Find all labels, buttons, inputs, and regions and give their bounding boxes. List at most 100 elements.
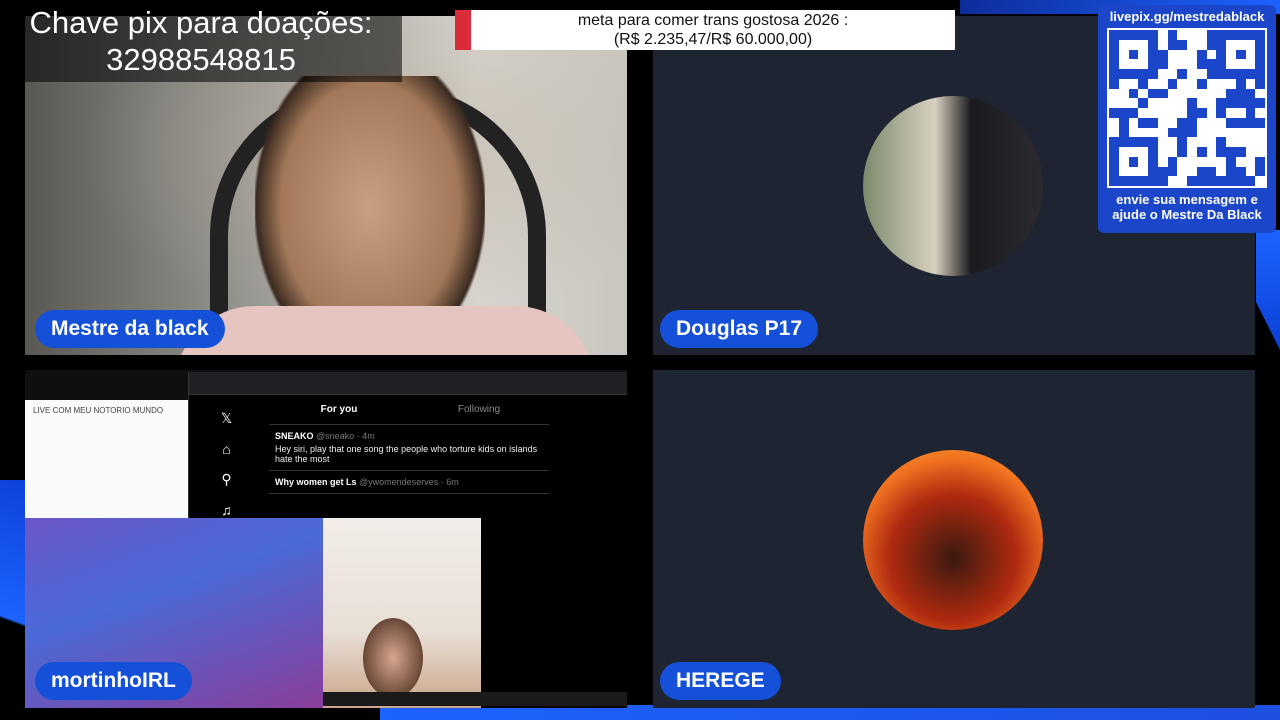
qr-module <box>1138 88 1148 99</box>
qr-module <box>1128 59 1139 69</box>
qr-module <box>1167 166 1178 177</box>
qr-module <box>1187 147 1197 157</box>
qr-module <box>1187 137 1197 147</box>
qr-module <box>1235 137 1246 147</box>
qr-module <box>1177 88 1187 99</box>
qr-module <box>1167 117 1178 128</box>
qr-module <box>1167 98 1178 108</box>
qr-module <box>1235 98 1246 108</box>
qr-module <box>1177 108 1187 118</box>
qr-module <box>1245 88 1256 99</box>
qr-module <box>1226 166 1236 177</box>
qr-module <box>1128 108 1139 118</box>
qr-module <box>1138 39 1148 50</box>
qr-module <box>1157 69 1168 79</box>
qr-module <box>1206 137 1217 147</box>
pix-donation-overlay: Chave pix para doações: 32988548815 <box>0 4 402 82</box>
qr-module <box>1255 166 1265 177</box>
bell-icon: ♫ <box>221 502 232 518</box>
qr-module <box>1255 147 1265 157</box>
qr-module <box>1128 69 1139 79</box>
qr-module <box>1187 166 1197 177</box>
qr-code <box>1107 28 1267 188</box>
qr-module <box>1206 69 1217 79</box>
qr-module <box>1157 98 1168 108</box>
pix-label: Chave pix para doações: <box>29 5 373 40</box>
qr-module <box>1235 59 1246 69</box>
bg-accent-right <box>1256 230 1280 350</box>
qr-module <box>1177 98 1187 108</box>
qr-module <box>1235 117 1246 128</box>
qr-module <box>1148 176 1158 186</box>
participant-name-label: Douglas P17 <box>660 310 819 348</box>
qr-module <box>1226 78 1236 89</box>
qr-module <box>1187 78 1197 89</box>
qr-module <box>1118 78 1129 89</box>
qr-module <box>1157 78 1168 89</box>
qr-module <box>1255 98 1265 108</box>
qr-module <box>1177 59 1187 69</box>
tweet-author: Why women get Ls <box>275 477 357 487</box>
qr-module <box>1226 39 1236 50</box>
qr-module <box>1226 59 1236 69</box>
qr-module <box>1216 166 1226 177</box>
tab-following: Following <box>457 404 501 415</box>
qr-module <box>1177 166 1187 177</box>
qr-module <box>1216 147 1226 157</box>
qr-module <box>1118 39 1129 50</box>
qr-module <box>1245 69 1256 79</box>
qr-module <box>1216 39 1226 50</box>
qr-module <box>1177 39 1187 50</box>
taskbar <box>323 692 627 706</box>
qr-module <box>1128 137 1139 147</box>
qr-module <box>1167 30 1178 40</box>
qr-module <box>1216 137 1226 147</box>
qr-module <box>1235 108 1246 118</box>
video-tile-mortinho[interactable]: LIVE COM MEU NOTORIO MUNDO 𝕏 ⌂ ⚲ ♫ For y… <box>25 370 627 708</box>
qr-module <box>1245 98 1256 108</box>
qr-module <box>1255 78 1265 89</box>
qr-module <box>1167 78 1178 89</box>
qr-module <box>1148 30 1158 40</box>
qr-module <box>1138 137 1148 147</box>
qr-module <box>1245 137 1256 147</box>
qr-module <box>1206 127 1217 138</box>
qr-module <box>1138 108 1148 118</box>
qr-module <box>1196 49 1207 60</box>
qr-module <box>1148 98 1158 108</box>
qr-module <box>1109 117 1119 128</box>
qr-module <box>1148 69 1158 79</box>
qr-module <box>1138 49 1148 60</box>
participant-name-label: Mestre da black <box>35 310 225 348</box>
video-tile-herege[interactable]: HEREGE <box>653 370 1255 708</box>
qr-module <box>1118 30 1129 40</box>
qr-module <box>1206 59 1217 69</box>
qr-module <box>1118 176 1129 186</box>
qr-module <box>1128 88 1139 99</box>
qr-module <box>1206 166 1217 177</box>
feed-tabs: For you Following <box>269 396 549 425</box>
qr-module <box>1157 127 1168 138</box>
qr-module <box>1138 98 1148 108</box>
qr-module <box>1216 30 1226 40</box>
qr-module <box>1157 117 1168 128</box>
qr-module <box>1245 49 1256 60</box>
qr-module <box>1109 137 1119 147</box>
qr-module <box>1245 117 1256 128</box>
pix-key: 32988548815 <box>106 42 296 77</box>
qr-module <box>1128 39 1139 50</box>
qr-module <box>1187 117 1197 128</box>
qr-module <box>1148 156 1158 167</box>
qr-module <box>1148 39 1158 50</box>
livepix-message-line1: envie sua mensagem e <box>1116 192 1258 207</box>
qr-module <box>1167 69 1178 79</box>
qr-module <box>1235 49 1246 60</box>
qr-module <box>1128 30 1139 40</box>
donation-goal-banner: meta para comer trans gostosa 2026 : (R$… <box>455 10 955 50</box>
qr-module <box>1138 176 1148 186</box>
qr-module <box>1138 69 1148 79</box>
qr-module <box>1138 166 1148 177</box>
qr-module <box>1196 78 1207 89</box>
qr-module <box>1167 147 1178 157</box>
qr-module <box>1118 59 1129 69</box>
